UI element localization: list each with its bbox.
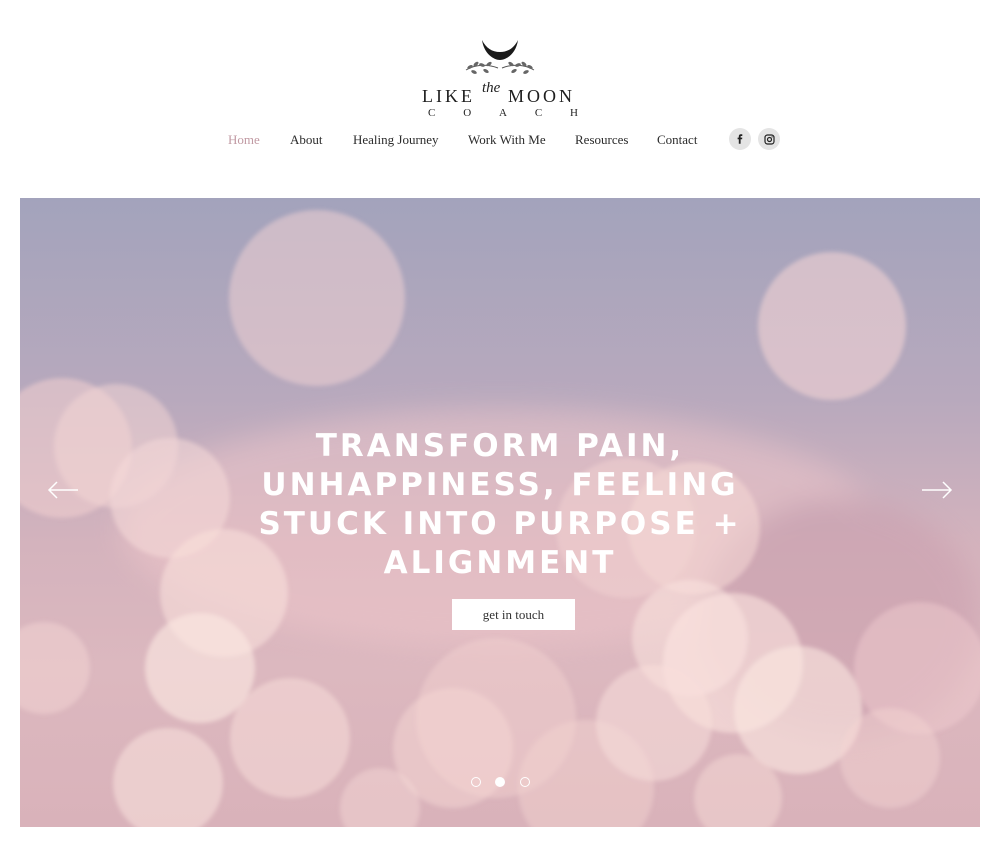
nav-item-work-with-me[interactable]: Work With Me — [468, 132, 546, 148]
instagram-link[interactable] — [758, 128, 780, 150]
site-header: LIKE the MOON C O A C H Home About Heali… — [0, 0, 1000, 190]
main-nav: Home About Healing Journey Work With Me … — [0, 128, 1000, 154]
logo-word-moon: MOON — [508, 86, 576, 106]
hero-title: TRANSFORM PAIN, UNHAPPINESS, FEELING STU… — [258, 427, 742, 581]
slider-dot-1[interactable] — [471, 777, 481, 787]
logo-subtitle-letter: C — [534, 107, 543, 119]
logo-word-like: LIKE — [422, 86, 475, 106]
nav-item-about[interactable]: About — [290, 132, 323, 148]
logo-subtitle-letter: A — [499, 107, 507, 119]
hero-slider: TRANSFORM PAIN, UNHAPPINESS, FEELING STU… — [20, 198, 980, 827]
nav-item-healing-journey[interactable]: Healing Journey — [353, 132, 439, 148]
nav-item-resources[interactable]: Resources — [575, 132, 628, 148]
logo-subtitle-letter: C — [428, 107, 436, 119]
logo-subtitle: C O A C H — [428, 107, 578, 119]
logo-subtitle-letter: H — [570, 107, 578, 119]
logo-subtitle-letter: O — [463, 107, 472, 119]
nav-item-home[interactable]: Home — [228, 132, 260, 148]
instagram-icon — [763, 133, 775, 145]
nav-item-contact[interactable]: Contact — [657, 132, 697, 148]
crescent-moon-icon — [465, 40, 535, 74]
logo-word-the: the — [482, 80, 501, 96]
get-in-touch-button[interactable]: get in touch — [452, 599, 575, 630]
slider-pagination — [469, 776, 531, 790]
facebook-link[interactable] — [729, 128, 751, 150]
slider-dot-2[interactable] — [495, 777, 505, 787]
slider-next-button[interactable] — [920, 480, 954, 500]
site-logo[interactable]: LIKE the MOON C O A C H — [400, 30, 600, 125]
slider-prev-button[interactable] — [46, 480, 80, 500]
facebook-icon — [737, 134, 743, 144]
arrow-left-icon — [47, 481, 78, 499]
arrow-right-icon — [922, 481, 953, 499]
slider-dot-3[interactable] — [520, 777, 530, 787]
